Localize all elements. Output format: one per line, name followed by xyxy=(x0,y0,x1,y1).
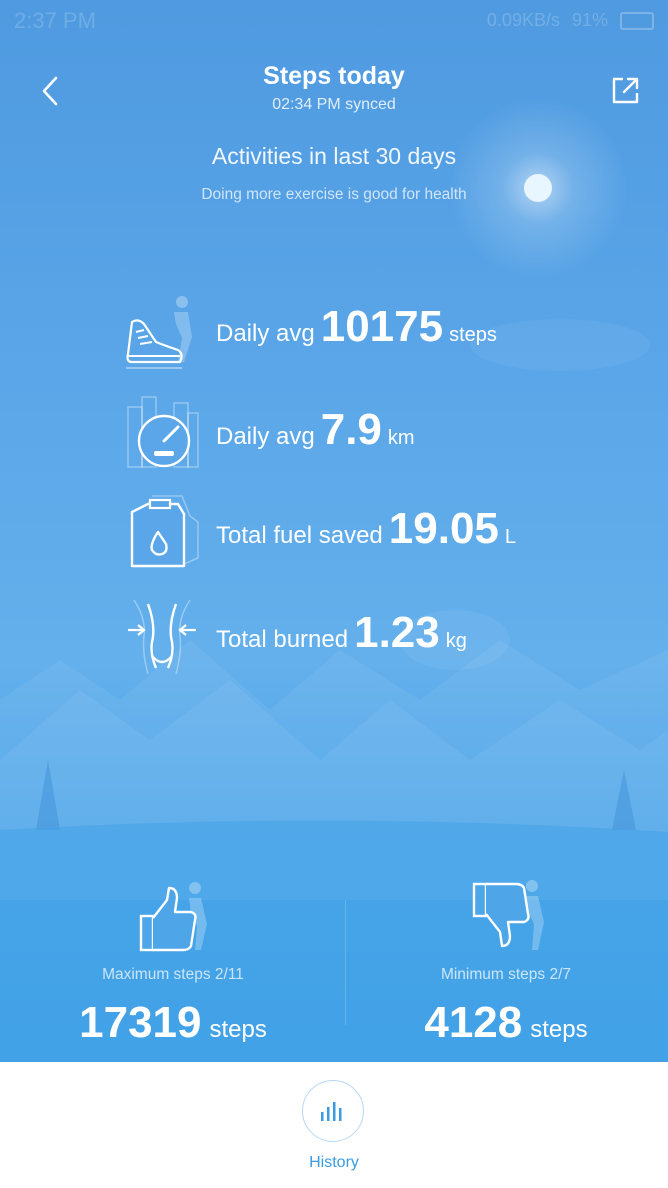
status-time: 2:37 PM xyxy=(14,8,96,33)
stat-fuel-saved: Total fuel saved 19.05 L xyxy=(122,492,582,572)
stat-label: Total fuel saved xyxy=(216,522,383,549)
activities-title: Activities in last 30 days xyxy=(211,143,457,169)
stat-unit: km xyxy=(387,427,415,449)
summary-value: 17319 steps xyxy=(13,998,333,1048)
stat-label: Total burned xyxy=(216,626,349,653)
battery-percent: 91% xyxy=(571,10,608,30)
stat-unit: L xyxy=(504,526,517,548)
summary-label: Maximum steps 2/11 xyxy=(102,966,244,983)
stat-label: Daily avg xyxy=(216,423,315,450)
summary-unit: steps xyxy=(209,1016,267,1043)
speedometer-icon xyxy=(127,396,199,468)
bar-chart-icon xyxy=(321,1102,342,1121)
stat-unit: kg xyxy=(445,630,467,652)
waist-measure-icon xyxy=(128,599,196,675)
fuel-can-icon xyxy=(130,495,199,568)
maximum-steps-summary: Maximum steps 2/11 17319 steps xyxy=(13,880,333,1050)
thumbs-up-icon xyxy=(139,882,207,952)
share-external-icon xyxy=(612,77,639,104)
sync-status: 02:34 PM synced xyxy=(272,96,396,113)
stat-text: Total fuel saved 19.05 L xyxy=(216,504,516,554)
network-speed: 0.09KB/s xyxy=(486,10,560,30)
page-title: Steps today xyxy=(263,62,405,90)
history-label[interactable]: History xyxy=(0,1154,668,1172)
summary-value: 4128 steps xyxy=(346,998,666,1048)
stat-value: 7.9 xyxy=(320,405,382,454)
activities-subtitle: Doing more exercise is good for health xyxy=(201,186,467,203)
summary-unit: steps xyxy=(530,1016,588,1043)
minimum-steps-summary: Minimum steps 2/7 4128 steps xyxy=(346,880,666,1050)
bottom-nav: History xyxy=(0,1062,668,1188)
walking-shoe-icon xyxy=(126,296,192,369)
stat-label: Daily avg xyxy=(216,320,315,347)
stat-text: Daily avg 7.9 km xyxy=(216,405,415,455)
stat-value: 1.23 xyxy=(354,608,440,657)
summary-number: 4128 xyxy=(424,998,523,1047)
stat-text: Total burned 1.23 kg xyxy=(216,608,467,658)
battery-icon xyxy=(620,11,654,30)
summary-number: 17319 xyxy=(79,998,202,1047)
stat-text: Daily avg 10175 steps xyxy=(216,302,497,352)
stat-calories-burned: Total burned 1.23 kg xyxy=(122,596,582,676)
history-button[interactable] xyxy=(302,1080,364,1142)
thumbs-down-icon xyxy=(472,880,544,950)
header: Steps today 02:34 PM synced xyxy=(0,52,668,128)
share-button[interactable] xyxy=(606,70,646,110)
summary-label: Minimum steps 2/7 xyxy=(440,966,572,983)
stat-value: 19.05 xyxy=(388,504,499,553)
stat-daily-steps: Daily avg 10175 steps xyxy=(122,292,582,372)
stat-daily-distance: Daily avg 7.9 km xyxy=(122,393,582,473)
status-icons: 0.09KB/s 91% xyxy=(487,10,654,31)
stat-value: 10175 xyxy=(320,302,444,351)
status-bar: 2:37 PM 0.09KB/s 91% xyxy=(0,0,668,44)
stat-unit: steps xyxy=(449,324,497,346)
